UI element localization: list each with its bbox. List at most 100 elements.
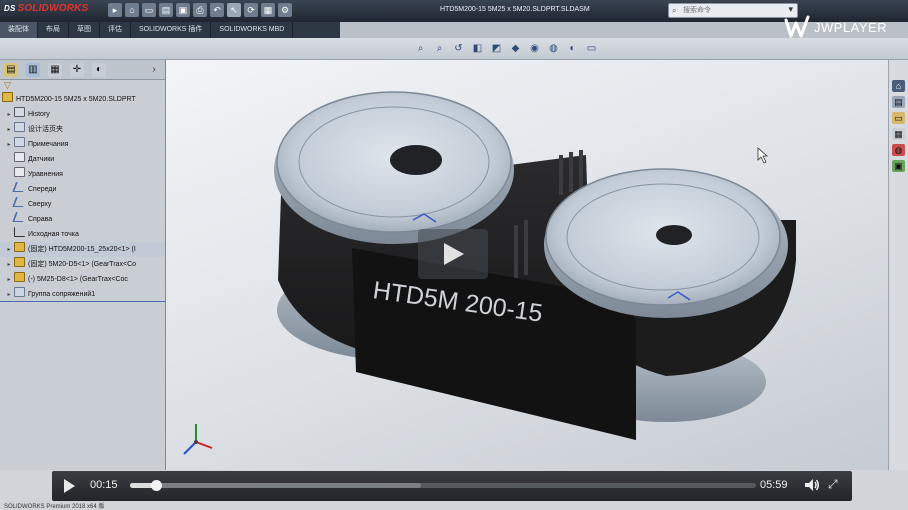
binder-icon (14, 122, 25, 132)
panel-tabs: ▤ ▥ ▦ ✛ ◐ › (0, 60, 165, 80)
file-properties-icon[interactable]: ▦ (261, 3, 275, 17)
expand-icon[interactable]: ▸ (4, 123, 14, 137)
tab-solidworks-mbd[interactable]: SOLIDWORKS MBD (211, 22, 294, 38)
expand-icon[interactable]: ▸ (4, 288, 14, 301)
axis-triad-icon (183, 424, 213, 455)
property-manager-tab-icon[interactable]: ▥ (26, 63, 40, 77)
dimxpert-tab-icon[interactable]: ✛ (70, 63, 84, 77)
tab-solidworks-addins[interactable]: SOLIDWORKS 插件 (131, 22, 212, 38)
view-settings-icon[interactable]: ▭ (585, 42, 598, 55)
design-library-icon[interactable]: ▤ (892, 96, 905, 108)
tree-item-origin[interactable]: Исходная точка (0, 227, 165, 242)
options-gear-icon[interactable]: ⚙ (278, 3, 292, 17)
view-palette-icon[interactable]: ▦ (892, 128, 905, 140)
tree-item-equations[interactable]: Уравнения (0, 167, 165, 182)
tab-layout[interactable]: 布局 (38, 22, 69, 38)
expand-icon[interactable]: ▸ (4, 108, 14, 122)
new-document-icon[interactable]: ▭ (142, 3, 156, 17)
volume-icon[interactable] (804, 477, 820, 493)
tab-sketch[interactable]: 草图 (69, 22, 100, 38)
menu-arrow-icon[interactable]: ▸ (108, 3, 122, 17)
status-text: SOLIDWORKS Premium 2018 x64 版 (4, 504, 105, 510)
tree-item-history[interactable]: ▸ History (0, 107, 165, 122)
rebuild-icon[interactable]: ⟳ (244, 3, 258, 17)
appearances-icon[interactable]: ◍ (892, 144, 905, 156)
feature-manager-panel: ▤ ▥ ▦ ✛ ◐ › ▽ HTD5M200-15 5M25 x 5M20.SL… (0, 60, 166, 470)
quick-access-toolbar: ▸ ⌂ ▭ ▤ ▣ ⎙ ↶ ↖ ⟳ ▦ ⚙ (108, 3, 292, 19)
search-input[interactable] (669, 4, 797, 17)
tree-item-component-belt[interactable]: ▸ (固定) HTD5M200-15_25x20<1> (I (0, 242, 165, 257)
expand-icon[interactable]: ▸ (4, 243, 14, 257)
play-pause-button[interactable] (64, 479, 75, 493)
display-style-icon[interactable]: ◆ (509, 42, 522, 55)
video-play-overlay-button[interactable] (418, 229, 488, 279)
expand-icon[interactable]: ▸ (4, 138, 14, 152)
tree-item-front-plane[interactable]: Спереди (0, 182, 165, 197)
section-view-icon[interactable]: ◧ (471, 42, 484, 55)
feature-manager-tab-icon[interactable]: ▤ (4, 63, 18, 77)
panel-expand-icon[interactable]: › (147, 63, 161, 77)
tree-item-component-pulley-5m25[interactable]: ▸ (-) 5M25-D8<1> (GearTrax<Coc (0, 272, 165, 287)
appearance-icon[interactable]: ◍ (547, 42, 560, 55)
select-arrow-icon[interactable]: ↖ (227, 3, 241, 17)
home-icon[interactable]: ⌂ (125, 3, 139, 17)
tree-item-top-plane[interactable]: Сверху (0, 197, 165, 212)
hide-show-items-icon[interactable]: ◉ (528, 42, 541, 55)
solidworks-logo[interactable]: DS SOLIDWORKS (4, 3, 88, 14)
annotations-icon (14, 137, 25, 147)
tree-item-component-pulley-5m20[interactable]: ▸ (固定) 5M20-D5<1> (GearTrax<Co (0, 257, 165, 272)
tree-item-right-plane[interactable]: Справа (0, 212, 165, 227)
undo-icon[interactable]: ↶ (210, 3, 224, 17)
zoom-to-fit-icon[interactable]: ⌕ (414, 42, 427, 55)
tree-item-mates[interactable]: ▸ Группа сопряжений1 (0, 287, 165, 302)
document-title: HTD5M200-15 5M25 x 5M20.SLDPRT.SLDASM (440, 6, 590, 13)
expand-icon[interactable]: ▸ (4, 258, 14, 272)
expand-icon[interactable]: ▸ (4, 273, 14, 287)
task-pane-strip: ⌂ ▤ ▭ ▦ ◍ ▣ (888, 60, 908, 470)
view-orientation-icon[interactable]: ◩ (490, 42, 503, 55)
tree-item-label: Датчики (28, 156, 55, 163)
save-icon[interactable]: ▣ (176, 3, 190, 17)
jwplayer-mark-icon (784, 15, 810, 38)
fullscreen-icon[interactable]: ⤢ (828, 477, 842, 491)
previous-view-icon[interactable]: ↺ (452, 42, 465, 55)
elapsed-time: 00:15 (90, 479, 118, 491)
configuration-manager-tab-icon[interactable]: ▦ (48, 63, 62, 77)
tab-assembly[interactable]: 装配体 (0, 22, 38, 38)
tree-item-binder[interactable]: ▸ 设计活页夹 (0, 122, 165, 137)
graphics-area[interactable]: HTD5M 200-15 (166, 60, 888, 470)
tree-item-label: Сверху (28, 201, 52, 208)
tree-item-label: Спереди (28, 186, 57, 193)
tree-item-label: Исходная точка (28, 231, 79, 238)
brand-name: SOLIDWORKS (17, 3, 89, 14)
seek-knob[interactable] (151, 480, 163, 491)
jwplayer-logo: JWPLAYER (784, 14, 887, 40)
play-icon (444, 243, 464, 265)
scene-icon[interactable]: ◐ (566, 42, 579, 55)
tree-item-label: Группа сопряжений1 (28, 291, 96, 298)
title-bar: DS SOLIDWORKS ▸ ⌂ ▭ ▤ ▣ ⎙ ↶ ↖ ⟳ ▦ ⚙ HTD5M… (0, 0, 908, 38)
display-manager-tab-icon[interactable]: ◐ (92, 63, 106, 77)
tree-root-label: HTD5M200-15 5M25 x 5M20.SLDPRT (16, 96, 136, 103)
tree-item-annotations[interactable]: ▸ Примечания (0, 137, 165, 152)
tab-evaluate[interactable]: 评估 (100, 22, 131, 38)
tree-item-label: History (28, 111, 50, 118)
open-folder-icon[interactable]: ▤ (159, 3, 173, 17)
file-explorer-icon[interactable]: ▭ (892, 112, 905, 124)
search-box: ⌕ ▾ (668, 3, 798, 18)
tree-item-label: 设计活页夹 (28, 126, 63, 133)
plane-icon (12, 212, 27, 222)
zoom-area-icon[interactable]: ⌕ (433, 42, 446, 55)
seek-bar[interactable] (130, 480, 756, 491)
part-icon (14, 257, 25, 267)
left-pulley-bore (390, 145, 442, 175)
tree-item-sensors[interactable]: Датчики (0, 152, 165, 167)
equations-icon (14, 167, 25, 177)
solidworks-resources-icon[interactable]: ⌂ (892, 80, 905, 92)
filter-icon[interactable]: ▽ (0, 80, 165, 92)
tree-item-label: (固定) HTD5M200-15_25x20<1> (I (28, 246, 136, 253)
origin-icon (14, 227, 25, 237)
print-icon[interactable]: ⎙ (193, 3, 207, 17)
custom-properties-icon[interactable]: ▣ (892, 160, 905, 172)
tree-root[interactable]: HTD5M200-15 5M25 x 5M20.SLDPRT (0, 92, 165, 107)
